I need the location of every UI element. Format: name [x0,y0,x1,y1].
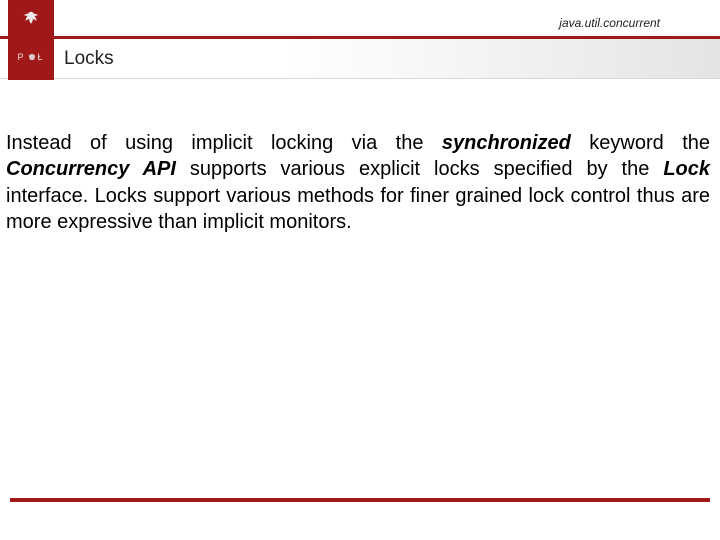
header-package-label: java.util.concurrent [559,16,660,30]
brand-letters: P Ł [17,52,44,62]
shield-icon [28,53,36,61]
body-text-2: keyword the [571,132,710,154]
body-text-4: interface. Locks support various methods… [6,185,710,233]
brand-letter-left: P [17,52,25,62]
body-paragraph: Instead of using implicit locking via th… [6,130,710,236]
term-lock: Lock [663,158,710,180]
eagle-icon [17,6,45,34]
body-text-3: supports various explicit locks specifie… [176,158,663,180]
brand-logo-box: P Ł [8,0,54,80]
brand-letter-right: Ł [38,52,45,62]
slide-title: Locks [64,48,114,70]
footer-divider [10,498,710,502]
body-text-1: Instead of using implicit locking via th… [6,132,442,154]
term-concurrency-api: Concurrency API [6,158,176,180]
slide-root: java.util.concurrent P Ł Locks Instead o… [0,0,720,540]
keyword-synchronized: synchronized [442,132,571,154]
